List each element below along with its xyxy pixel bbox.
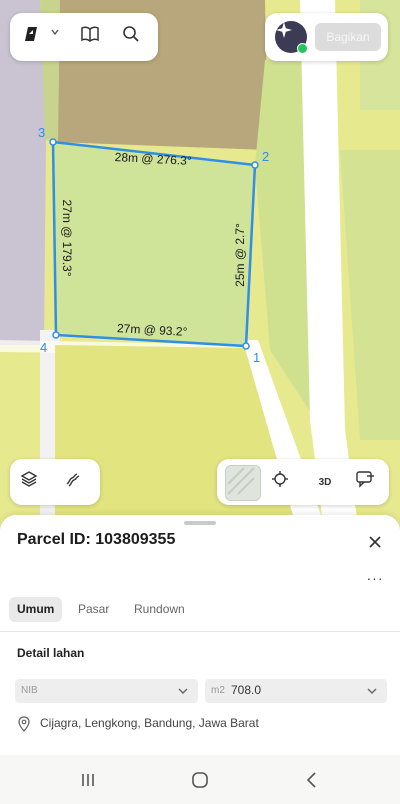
parcel-address: Cijagra, Lengkong, Bandung, Jawa Barat [40, 716, 259, 730]
satellite-icon [227, 467, 255, 495]
close-icon[interactable] [364, 531, 386, 553]
tab-rundown[interactable]: Rundown [126, 597, 193, 622]
tab-pasar[interactable]: Pasar [70, 597, 117, 622]
tab-umum[interactable]: Umum [9, 597, 63, 622]
section-title: Detail lahan [17, 646, 85, 660]
edge-label-left: 27m @ 179.3° [60, 199, 74, 276]
vertex-dot-2[interactable] [251, 161, 259, 169]
tab-bar: Umum Pasar Rundown [0, 597, 400, 632]
map-view[interactable]: 1 2 3 4 28m @ 276.3° 25m @ 2.7° 27m @ 93… [0, 0, 400, 540]
vertex-dot-1[interactable] [242, 342, 250, 350]
layer-toolbar [10, 459, 100, 505]
feedback-icon[interactable] [355, 470, 379, 494]
back-icon[interactable] [300, 768, 324, 792]
home-icon[interactable] [188, 768, 212, 792]
assistant-button[interactable] [275, 21, 308, 54]
more-options-icon[interactable]: ··· [364, 569, 386, 587]
vertex-label-4: 4 [40, 340, 47, 355]
sparkle-icon [276, 22, 292, 38]
vertex-label-3: 3 [38, 125, 45, 140]
top-right-toolbar: Bagikan [265, 13, 388, 61]
edge-label-right: 25m @ 2.7° [233, 223, 247, 287]
chevron-down-icon[interactable] [50, 27, 68, 47]
satellite-thumbnail[interactable] [225, 465, 261, 501]
vertex-dot-4[interactable] [52, 331, 60, 339]
sheet-drag-handle[interactable] [184, 521, 216, 525]
locate-icon[interactable] [271, 470, 295, 494]
draw-icon[interactable] [64, 470, 88, 494]
chevron-down-icon [178, 688, 188, 694]
area-value: 708.0 [231, 683, 262, 697]
parcel-title: Parcel ID: 103809355 [17, 531, 176, 548]
area-field[interactable]: m2 708.0 [205, 679, 387, 703]
book-icon[interactable] [80, 25, 104, 49]
view-toolbar: 3D [217, 459, 389, 505]
nib-field[interactable]: NIB [15, 679, 198, 703]
vertex-label-1: 1 [253, 350, 260, 365]
nib-label: NIB [21, 685, 38, 696]
status-dot [297, 43, 308, 54]
share-button[interactable]: Bagikan [315, 23, 381, 51]
layers-icon[interactable] [20, 470, 44, 494]
system-nav-bar [0, 755, 400, 804]
selected-parcel[interactable] [51, 140, 257, 348]
search-icon[interactable] [122, 25, 146, 49]
vertex-label-2: 2 [262, 149, 269, 164]
app-logo-icon[interactable] [22, 25, 46, 49]
area-unit: m2 [211, 685, 225, 696]
vertex-dot-3[interactable] [49, 138, 57, 146]
chevron-down-icon [367, 688, 377, 694]
location-pin-icon [16, 715, 32, 733]
top-left-toolbar [10, 13, 158, 61]
recent-apps-icon[interactable] [76, 769, 100, 791]
3d-view-button[interactable]: 3D [313, 470, 337, 494]
